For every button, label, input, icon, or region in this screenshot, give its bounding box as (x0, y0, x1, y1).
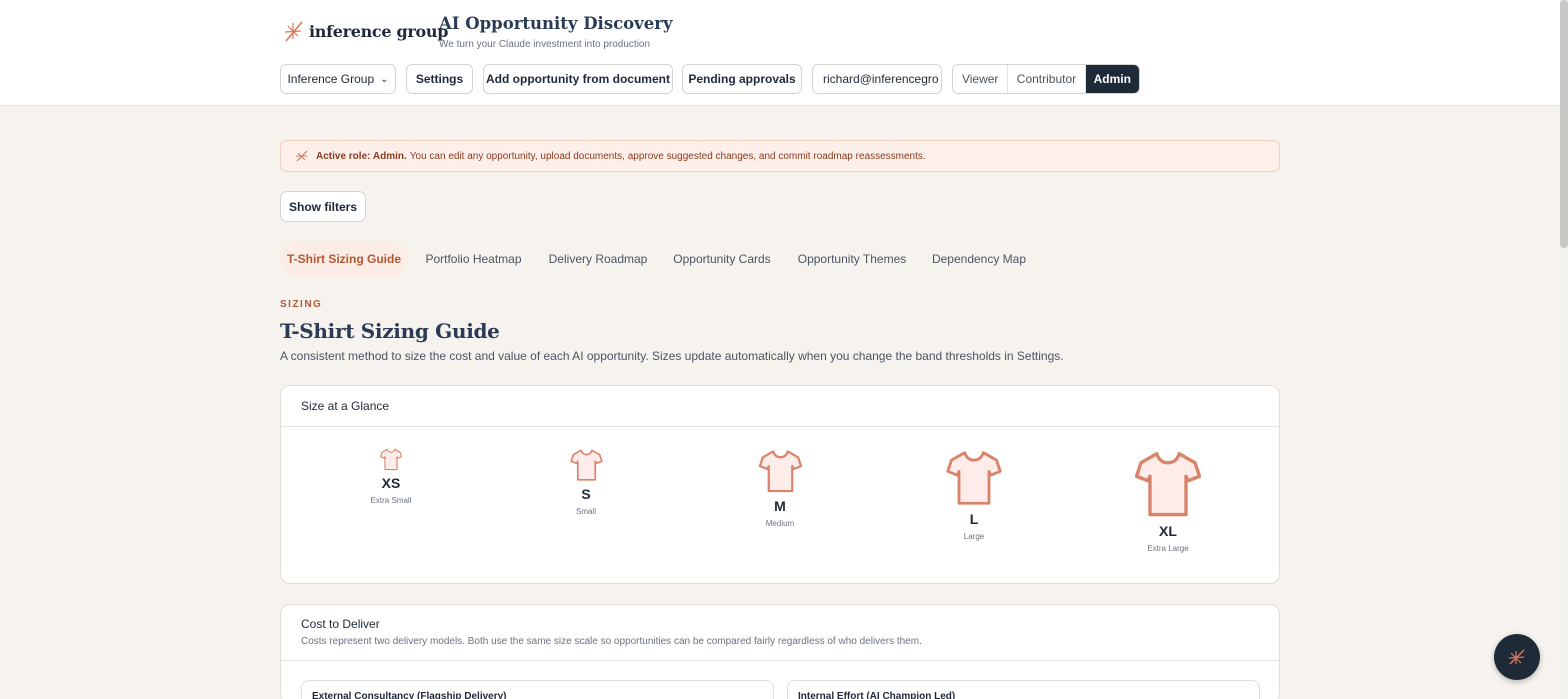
brand-name: inference group (309, 21, 449, 41)
add-opportunity-button[interactable]: Add opportunity from document (483, 64, 673, 94)
tshirt-icon (946, 451, 1002, 505)
sparkle-icon (296, 150, 308, 162)
pending-approvals-button[interactable]: Pending approvals (682, 64, 802, 94)
tab-opportunity-themes[interactable]: Opportunity Themes (793, 241, 911, 277)
role-contributor[interactable]: Contributor (1008, 65, 1086, 93)
size-s: S Small (526, 447, 646, 516)
scrollbar[interactable] (1560, 0, 1568, 699)
size-xs: XS Extra Small (331, 447, 451, 505)
card-header: Cost to Deliver Costs represent two deli… (281, 605, 1279, 661)
tab-dependency-map[interactable]: Dependency Map (928, 241, 1030, 277)
external-consultancy-panel: External Consultancy (Flagship Delivery) (301, 680, 774, 699)
size-name: Medium (765, 519, 795, 528)
size-code: L (969, 511, 979, 527)
size-m: M Medium (720, 447, 840, 528)
scrollbar-thumb[interactable] (1560, 0, 1568, 248)
card-title: Cost to Deliver (301, 617, 380, 631)
tshirt-icon (758, 450, 802, 493)
notice-text: You can edit any opportunity, upload doc… (409, 150, 926, 162)
tshirt-icon (569, 449, 603, 481)
chevron-down-icon: ⌄ (380, 73, 389, 85)
role-switcher: Viewer Contributor Admin (952, 64, 1140, 94)
sparkle-icon (1508, 649, 1525, 665)
show-filters-button[interactable]: Show filters (280, 191, 366, 222)
size-xl: XL Extra Large (1108, 447, 1228, 553)
size-name: Extra Large (1147, 544, 1189, 553)
panel-title: External Consultancy (Flagship Delivery) (312, 691, 507, 699)
section-eyebrow: SIZING (280, 299, 323, 310)
tab-opportunity-cards[interactable]: Opportunity Cards (669, 241, 775, 277)
tab-delivery-roadmap[interactable]: Delivery Roadmap (545, 241, 651, 277)
settings-button[interactable]: Settings (406, 64, 473, 94)
size-at-a-glance-card: Size at a Glance XS Extra Small S Small … (280, 385, 1280, 584)
sparkle-icon (284, 21, 303, 42)
role-viewer[interactable]: Viewer (953, 65, 1009, 93)
assistant-button[interactable] (1494, 634, 1540, 680)
user-email-field[interactable]: richard@inferencegro (812, 64, 942, 94)
tshirt-icon (379, 448, 403, 471)
panel-title: Internal Effort (AI Champion Led) (798, 691, 956, 699)
size-code: S (581, 486, 591, 502)
card-subtitle: Costs represent two delivery models. Bot… (301, 636, 922, 647)
size-code: XS (381, 475, 401, 491)
size-name: Small (575, 507, 596, 516)
page-description: A consistent method to size the cost and… (280, 349, 1064, 363)
brand[interactable]: inference group (283, 18, 448, 44)
org-select-value: Inference Group (287, 72, 375, 86)
size-code: M (774, 498, 786, 514)
card-title: Size at a Glance (301, 399, 390, 413)
notice-role: Active role: Admin. (316, 150, 407, 162)
size-name: Large (963, 532, 985, 541)
tab-tshirt-sizing-guide[interactable]: T-Shirt Sizing Guide (280, 241, 408, 277)
size-code: XL (1159, 523, 1177, 539)
app-title: AI Opportunity Discovery (439, 14, 673, 33)
tshirt-icon (1134, 452, 1202, 517)
card-header: Size at a Glance (281, 386, 1279, 427)
size-l: L Large (914, 447, 1034, 541)
org-select[interactable]: Inference Group ⌄ (280, 64, 396, 94)
size-name: Extra Small (370, 496, 412, 505)
page-title: T-Shirt Sizing Guide (280, 319, 500, 343)
internal-effort-panel: Internal Effort (AI Champion Led) (787, 680, 1260, 699)
cost-to-deliver-card: Cost to Deliver Costs represent two deli… (280, 604, 1280, 699)
tab-portfolio-heatmap[interactable]: Portfolio Heatmap (420, 241, 527, 277)
active-role-notice: Active role: Admin. You can edit any opp… (280, 140, 1280, 172)
role-admin[interactable]: Admin (1085, 65, 1139, 93)
app-subtitle: We turn your Claude investment into prod… (439, 39, 651, 50)
app-header: inference group AI Opportunity Discovery… (0, 0, 1560, 106)
